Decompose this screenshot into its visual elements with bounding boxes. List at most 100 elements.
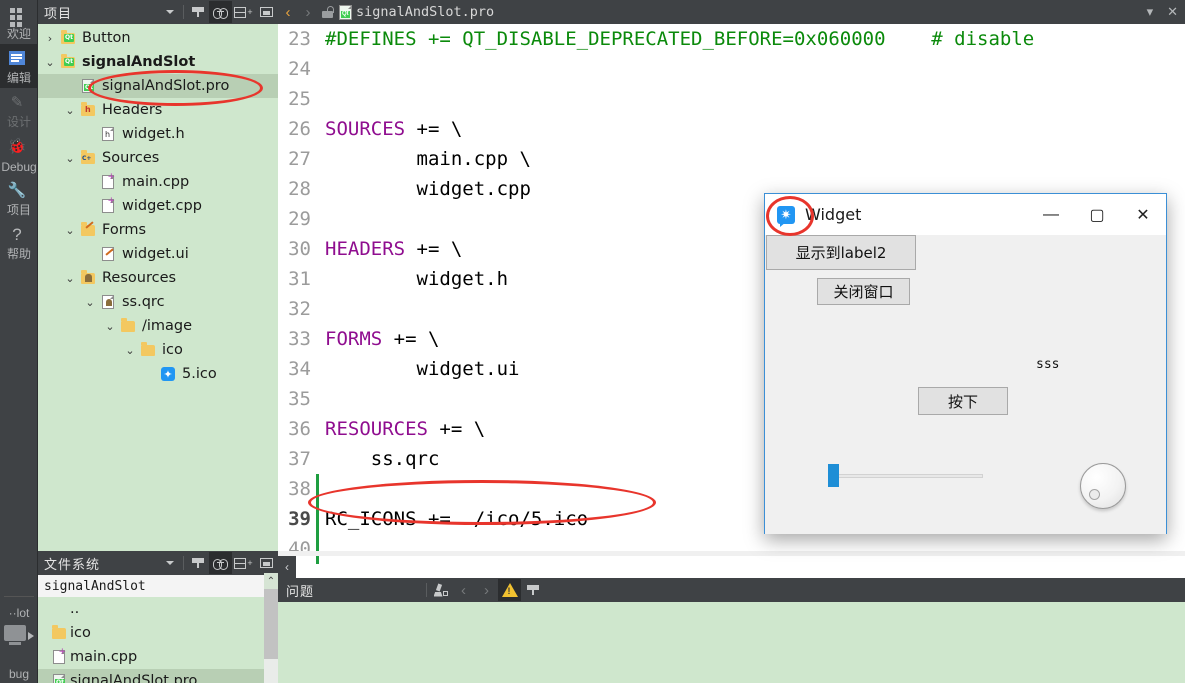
fs-item-ico[interactable]: ico bbox=[38, 621, 278, 645]
editor-filename[interactable]: signalAndSlot.pro bbox=[356, 4, 494, 20]
tree-expand-arrow[interactable]: › bbox=[42, 32, 58, 45]
horizontal-splitter[interactable] bbox=[278, 551, 1185, 556]
horizontal-slider[interactable] bbox=[828, 464, 986, 487]
kit-selector-label: ··lot bbox=[8, 606, 30, 620]
editor-tabbar: ‹ › signalAndSlot.pro ▾ ✕ bbox=[278, 0, 1185, 24]
dial-knob[interactable] bbox=[1080, 463, 1126, 509]
mode-projects[interactable]: 🔧 项目 bbox=[0, 176, 38, 220]
fs-menu-button[interactable] bbox=[255, 552, 278, 574]
change-marker bbox=[316, 474, 319, 504]
editor-close-button[interactable]: ✕ bbox=[1160, 4, 1185, 20]
tree-item-widget-h[interactable]: widget.h bbox=[38, 122, 278, 146]
broom-icon bbox=[433, 583, 448, 597]
tree-expand-arrow[interactable]: ⌄ bbox=[62, 152, 78, 165]
fs-item--[interactable]: .. bbox=[38, 597, 278, 621]
question-icon: ? bbox=[12, 224, 22, 244]
close-window-button[interactable]: 关闭窗口 bbox=[817, 278, 910, 305]
mode-design[interactable]: ✎ 设计 bbox=[0, 88, 38, 132]
slider-handle[interactable] bbox=[828, 464, 839, 487]
code-line[interactable]: 24 bbox=[278, 54, 1185, 84]
tree-item-resources[interactable]: ⌄ Resources bbox=[38, 266, 278, 290]
line-number: 32 bbox=[288, 298, 311, 320]
collapse-output-button[interactable]: ‹ bbox=[278, 556, 296, 578]
code-line[interactable]: 23 #DEFINES += QT_DISABLE_DEPRECATED_BEFO… bbox=[278, 24, 1185, 54]
tabbar-right-group: ▾ ✕ bbox=[1140, 4, 1185, 20]
tree-item-forms[interactable]: ⌄ Forms bbox=[38, 218, 278, 242]
project-split-button[interactable]: + bbox=[232, 1, 255, 23]
tree-item-button[interactable]: › Button bbox=[38, 26, 278, 50]
project-filter-button[interactable] bbox=[186, 1, 209, 23]
debug-button-label: bug bbox=[8, 667, 30, 681]
filter-issues-button[interactable] bbox=[521, 579, 544, 601]
code-line[interactable]: 26 SOURCES += \ bbox=[278, 114, 1185, 144]
filesystem-scrollbar[interactable]: ⌃ bbox=[264, 573, 278, 683]
widget-dialog-window[interactable]: ✷ Widget — ▢ ✕ 显示到label2 关闭窗口 sss 按下 bbox=[764, 193, 1167, 534]
widget-dialog-titlebar[interactable]: ✷ Widget — ▢ ✕ bbox=[765, 194, 1166, 235]
mode-welcome[interactable]: 欢迎 bbox=[0, 0, 38, 44]
show-to-label2-button[interactable]: 显示到label2 bbox=[766, 235, 916, 270]
minimize-button[interactable]: — bbox=[1028, 194, 1074, 235]
tree-item-sources[interactable]: ⌄ Sources bbox=[38, 146, 278, 170]
unlocked-padlock-icon[interactable] bbox=[322, 6, 334, 18]
maximize-button[interactable]: ▢ bbox=[1074, 194, 1120, 235]
toggle-warnings-button[interactable] bbox=[498, 579, 522, 601]
tree-expand-arrow[interactable]: ⌄ bbox=[62, 224, 78, 237]
fs-item-main-cpp[interactable]: main.cpp bbox=[38, 645, 278, 669]
tree-item-signalandslot[interactable]: ⌄ signalAndSlot bbox=[38, 50, 278, 74]
code-line[interactable]: 40 bbox=[278, 534, 1185, 564]
code-line[interactable]: 25 bbox=[278, 84, 1185, 114]
filesystem-panel-header: 文件系统 + bbox=[38, 551, 278, 575]
mode-edit[interactable]: 编辑 bbox=[0, 44, 38, 88]
code-token: ss.qrc bbox=[325, 448, 440, 470]
tree-item-5-ico[interactable]: ✦ 5.ico bbox=[38, 362, 278, 386]
code-token: SOURCES bbox=[325, 118, 406, 140]
monitor-icon bbox=[4, 625, 26, 645]
project-close-button[interactable] bbox=[255, 1, 278, 23]
editor-file-dropdown[interactable]: ▾ bbox=[1140, 4, 1161, 20]
tree-item-widget-cpp[interactable]: widget.cpp bbox=[38, 194, 278, 218]
fs-view-dropdown[interactable] bbox=[158, 552, 181, 574]
next-issue-button[interactable]: › bbox=[475, 579, 498, 601]
fs-item-signalandslot-pro[interactable]: signalAndSlot.pro bbox=[38, 669, 278, 683]
run-target-button[interactable] bbox=[0, 621, 38, 661]
navigate-forward-button[interactable]: › bbox=[298, 4, 318, 21]
fs-filter-button[interactable] bbox=[186, 552, 209, 574]
filesystem-list[interactable]: .. ico main.cpp signalAndSlot.pro bbox=[38, 597, 278, 683]
qt-pro-file-icon bbox=[82, 79, 94, 93]
mode-help[interactable]: ? 帮助 bbox=[0, 220, 38, 264]
tree-expand-arrow[interactable]: ⌄ bbox=[62, 272, 78, 285]
fs-split-button[interactable]: + bbox=[232, 552, 255, 574]
tree-item-signalandslot-pro[interactable]: signalAndSlot.pro bbox=[38, 74, 278, 98]
tree-expand-arrow[interactable]: ⌄ bbox=[122, 344, 138, 357]
mode-debug[interactable]: 🐞 Debug bbox=[0, 132, 38, 176]
tree-item-headers[interactable]: ⌄ Headers bbox=[38, 98, 278, 122]
tree-item-main-cpp[interactable]: main.cpp bbox=[38, 170, 278, 194]
project-view-dropdown[interactable] bbox=[158, 1, 181, 23]
code-line-text: RC_ICONS += ./ico/5.ico bbox=[319, 508, 588, 530]
project-tree[interactable]: › Button ⌄ signalAndSlot signalAndSlot.pro ⌄ H… bbox=[38, 24, 278, 386]
debug-button[interactable]: bug bbox=[0, 661, 38, 683]
close-button[interactable]: ✕ bbox=[1120, 194, 1166, 235]
clear-issues-button[interactable] bbox=[429, 579, 452, 601]
project-sync-button[interactable] bbox=[209, 1, 232, 23]
line-number: 25 bbox=[288, 88, 311, 110]
navigate-back-button[interactable]: ‹ bbox=[278, 4, 298, 21]
tree-expand-arrow[interactable]: ⌄ bbox=[102, 320, 118, 333]
code-line[interactable]: 27 main.cpp \ bbox=[278, 144, 1185, 174]
tree-expand-arrow[interactable]: ⌄ bbox=[82, 296, 98, 309]
collapse-box-icon bbox=[260, 7, 273, 17]
tree-item--image[interactable]: ⌄ /image bbox=[38, 314, 278, 338]
previous-issue-button[interactable]: ‹ bbox=[452, 579, 475, 601]
tree-item-widget-ui[interactable]: widget.ui bbox=[38, 242, 278, 266]
warning-triangle-icon bbox=[501, 583, 518, 597]
scroll-up-icon[interactable]: ⌃ bbox=[264, 573, 278, 589]
tree-item-ico[interactable]: ⌄ ico bbox=[38, 338, 278, 362]
code-token: FORMS bbox=[325, 328, 383, 350]
press-button[interactable]: 按下 bbox=[918, 387, 1008, 415]
tree-expand-arrow[interactable]: ⌄ bbox=[62, 104, 78, 117]
tree-expand-arrow[interactable]: ⌄ bbox=[42, 56, 58, 69]
kit-selector[interactable]: ··lot bbox=[0, 599, 38, 621]
fs-sync-button[interactable] bbox=[209, 552, 232, 574]
tree-item-ss-qrc[interactable]: ⌄ ss.qrc bbox=[38, 290, 278, 314]
scrollbar-thumb[interactable] bbox=[264, 589, 278, 659]
